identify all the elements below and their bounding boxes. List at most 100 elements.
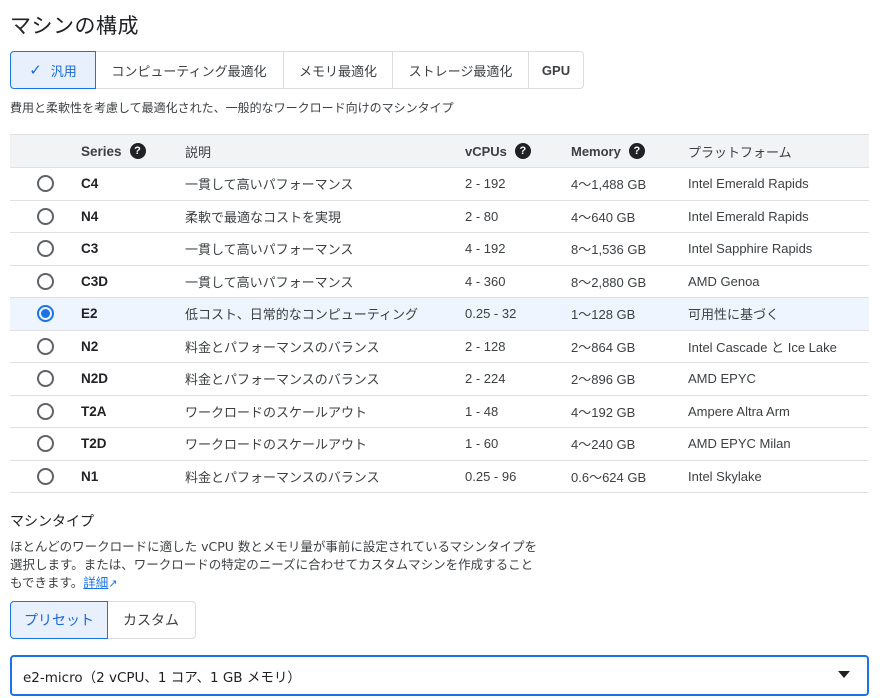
cell-description: 柔軟で最適なコストを実現	[185, 210, 342, 226]
header-platform: プラットフォーム	[688, 144, 792, 160]
table-header: Series ? 説明 vCPUs ? Memory ? プラットフォーム	[10, 135, 869, 168]
cell-description: 低コスト、日常的なコンピューティング	[185, 308, 418, 324]
cell-platform: Intel Skylake	[688, 468, 762, 484]
machine-type-title: マシンタイプ	[10, 514, 94, 530]
cell-description: 料金とパフォーマンスのバランス	[185, 373, 380, 389]
preset-button[interactable]: プリセット	[10, 601, 108, 639]
tab-label: ストレージ最適化	[408, 64, 513, 80]
cell-series: C3	[81, 241, 99, 257]
radio-button[interactable]	[37, 175, 54, 193]
cell-vcpus: 1 - 48	[465, 403, 499, 419]
cell-platform: Intel Emerald Rapids	[688, 208, 809, 224]
machine-type-selected-value: e2-micro（2 vCPU、1 コア、1 GB メモリ）	[23, 669, 301, 686]
machine-type-description: ほとんどのワークロードに適した vCPU 数とメモリ量が事前に設定されているマシ…	[10, 539, 538, 590]
radio-button[interactable]	[37, 207, 54, 225]
cell-platform: Ampere Altra Arm	[688, 403, 790, 419]
table-row[interactable]: N2 料金とパフォーマンスのバランス 2 - 128 2～864 GB Intel Ca…	[10, 331, 869, 363]
cell-platform: AMD EPYC Milan	[688, 436, 791, 452]
tab-label: 汎用	[50, 64, 77, 80]
cell-series: T2D	[81, 436, 107, 452]
category-description: 費用と柔軟性を考慮して最適化された、一般的なワークロード向けのマシンタイプ	[10, 101, 454, 115]
custom-button[interactable]: カスタム	[107, 602, 195, 638]
help-icon[interactable]: ?	[129, 143, 146, 159]
tab-general-purpose[interactable]: ✓ 汎用	[10, 51, 96, 89]
tab-storage-optimized[interactable]: ストレージ最適化	[393, 52, 529, 88]
table-row[interactable]: E2 低コスト、日常的なコンピューティング 0.25 - 32 1～128 GB 可用性…	[10, 298, 869, 331]
cell-description: 一貫して高いパフォーマンス	[185, 243, 354, 259]
cell-series: N4	[81, 208, 99, 224]
cell-memory: 2～864 GB	[571, 339, 636, 355]
page-title: マシンの構成	[10, 14, 139, 38]
cell-series: C4	[81, 176, 99, 192]
radio-button[interactable]	[37, 240, 54, 258]
cell-memory: 4～640 GB	[571, 209, 636, 225]
tab-label: コンピューティング最適化	[111, 64, 267, 80]
cell-series: C3D	[81, 273, 109, 289]
cell-series: N1	[81, 468, 99, 484]
cell-description: 料金とパフォーマンスのバランス	[185, 340, 380, 356]
cell-description: 料金とパフォーマンスのバランス	[185, 470, 380, 486]
tab-label: メモリ最適化	[298, 64, 377, 80]
cell-description: 一貫して高いパフォーマンス	[185, 275, 354, 291]
table-row[interactable]: T2D ワークロードのスケールアウト 1 - 60 4～240 GB AMD EPYC …	[10, 428, 869, 461]
cell-platform: Intel Sapphire Rapids	[688, 241, 813, 257]
cell-platform: 可用性に基づく	[688, 307, 780, 323]
cell-memory: 0.6～624 GB	[571, 469, 647, 485]
cell-memory: 4～192 GB	[571, 404, 636, 420]
radio-button[interactable]	[37, 272, 54, 290]
cell-series: N2D	[81, 371, 109, 387]
radio-button[interactable]	[37, 305, 54, 323]
external-link-icon: ↗	[108, 577, 118, 590]
table-row[interactable]: C4 一貫して高いパフォーマンス 2 - 192 4～1,488 GB Intel Em…	[10, 168, 869, 201]
cell-vcpus: 2 - 224	[465, 371, 506, 387]
table-row[interactable]: T2A ワークロードのスケールアウト 1 - 48 4～192 GB Ampere Al…	[10, 396, 869, 428]
header-series: Series ?	[81, 143, 185, 159]
cell-vcpus: 4 - 192	[465, 241, 506, 257]
tab-memory-optimized[interactable]: メモリ最適化	[284, 52, 393, 88]
machine-type-select[interactable]: e2-micro（2 vCPU、1 コア、1 GB メモリ）	[10, 655, 869, 696]
table-row[interactable]: N2D 料金とパフォーマンスのバランス 2 - 224 2～896 GB AMD EPY…	[10, 363, 869, 396]
cell-description: 一貫して高いパフォーマンス	[185, 178, 354, 194]
cell-memory: 4～240 GB	[571, 437, 636, 453]
tab-label: GPU	[541, 62, 571, 78]
cell-memory: 1～128 GB	[571, 307, 636, 323]
cell-vcpus: 4 - 360	[465, 273, 506, 289]
header-description: 説明	[185, 145, 212, 161]
cell-description: ワークロードのスケールアウト	[185, 405, 368, 421]
radio-button[interactable]	[37, 337, 54, 355]
cell-memory: 4～1,488 GB	[571, 177, 647, 193]
table-row[interactable]: C3D 一貫して高いパフォーマンス 4 - 360 8～2,880 GB AMD Gen…	[10, 266, 869, 298]
radio-button[interactable]	[37, 467, 54, 485]
cell-vcpus: 1 - 60	[465, 436, 499, 452]
radio-button[interactable]	[37, 435, 54, 453]
tab-compute-optimized[interactable]: コンピューティング最適化	[95, 52, 284, 88]
cell-memory: 8～2,880 GB	[571, 274, 647, 290]
details-link[interactable]: 詳細	[83, 575, 108, 590]
help-icon[interactable]: ?	[628, 143, 645, 159]
table-row[interactable]: C3 一貫して高いパフォーマンス 4 - 192 8～1,536 GB Intel Sa…	[10, 233, 869, 266]
tab-gpu[interactable]: GPU	[529, 52, 583, 88]
radio-button[interactable]	[37, 402, 54, 420]
cell-memory: 2～896 GB	[571, 372, 636, 388]
dropdown-arrow-icon	[838, 671, 850, 678]
cell-series: T2A	[81, 403, 107, 419]
check-icon: ✓	[29, 61, 42, 79]
header-memory: Memory ?	[571, 143, 688, 159]
cell-vcpus: 0.25 - 32	[465, 306, 517, 322]
cell-platform: AMD EPYC	[688, 371, 756, 387]
machine-type-toggle: プリセット カスタム	[10, 601, 196, 639]
series-category-tabs: ✓ 汎用 コンピューティング最適化 メモリ最適化 ストレージ最適化 GPU	[10, 51, 584, 89]
table-body: C4 一貫して高いパフォーマンス 2 - 192 4～1,488 GB Intel Em…	[10, 168, 869, 493]
table-row[interactable]: N1 料金とパフォーマンスのバランス 0.25 - 96 0.6～624 GB Inte…	[10, 461, 869, 493]
radio-button[interactable]	[37, 370, 54, 388]
help-icon[interactable]: ?	[514, 143, 531, 159]
cell-vcpus: 0.25 - 96	[465, 468, 517, 484]
cell-vcpus: 2 - 80	[465, 208, 499, 224]
cell-platform: AMD Genoa	[688, 273, 760, 289]
cell-series: E2	[81, 306, 98, 322]
cell-description: ワークロードのスケールアウト	[185, 438, 368, 454]
header-vcpus: vCPUs ?	[465, 143, 571, 159]
table-row[interactable]: N4 柔軟で最適なコストを実現 2 - 80 4～640 GB Intel Emeral…	[10, 201, 869, 233]
cell-series: N2	[81, 338, 99, 354]
cell-platform: Intel Emerald Rapids	[688, 176, 809, 192]
